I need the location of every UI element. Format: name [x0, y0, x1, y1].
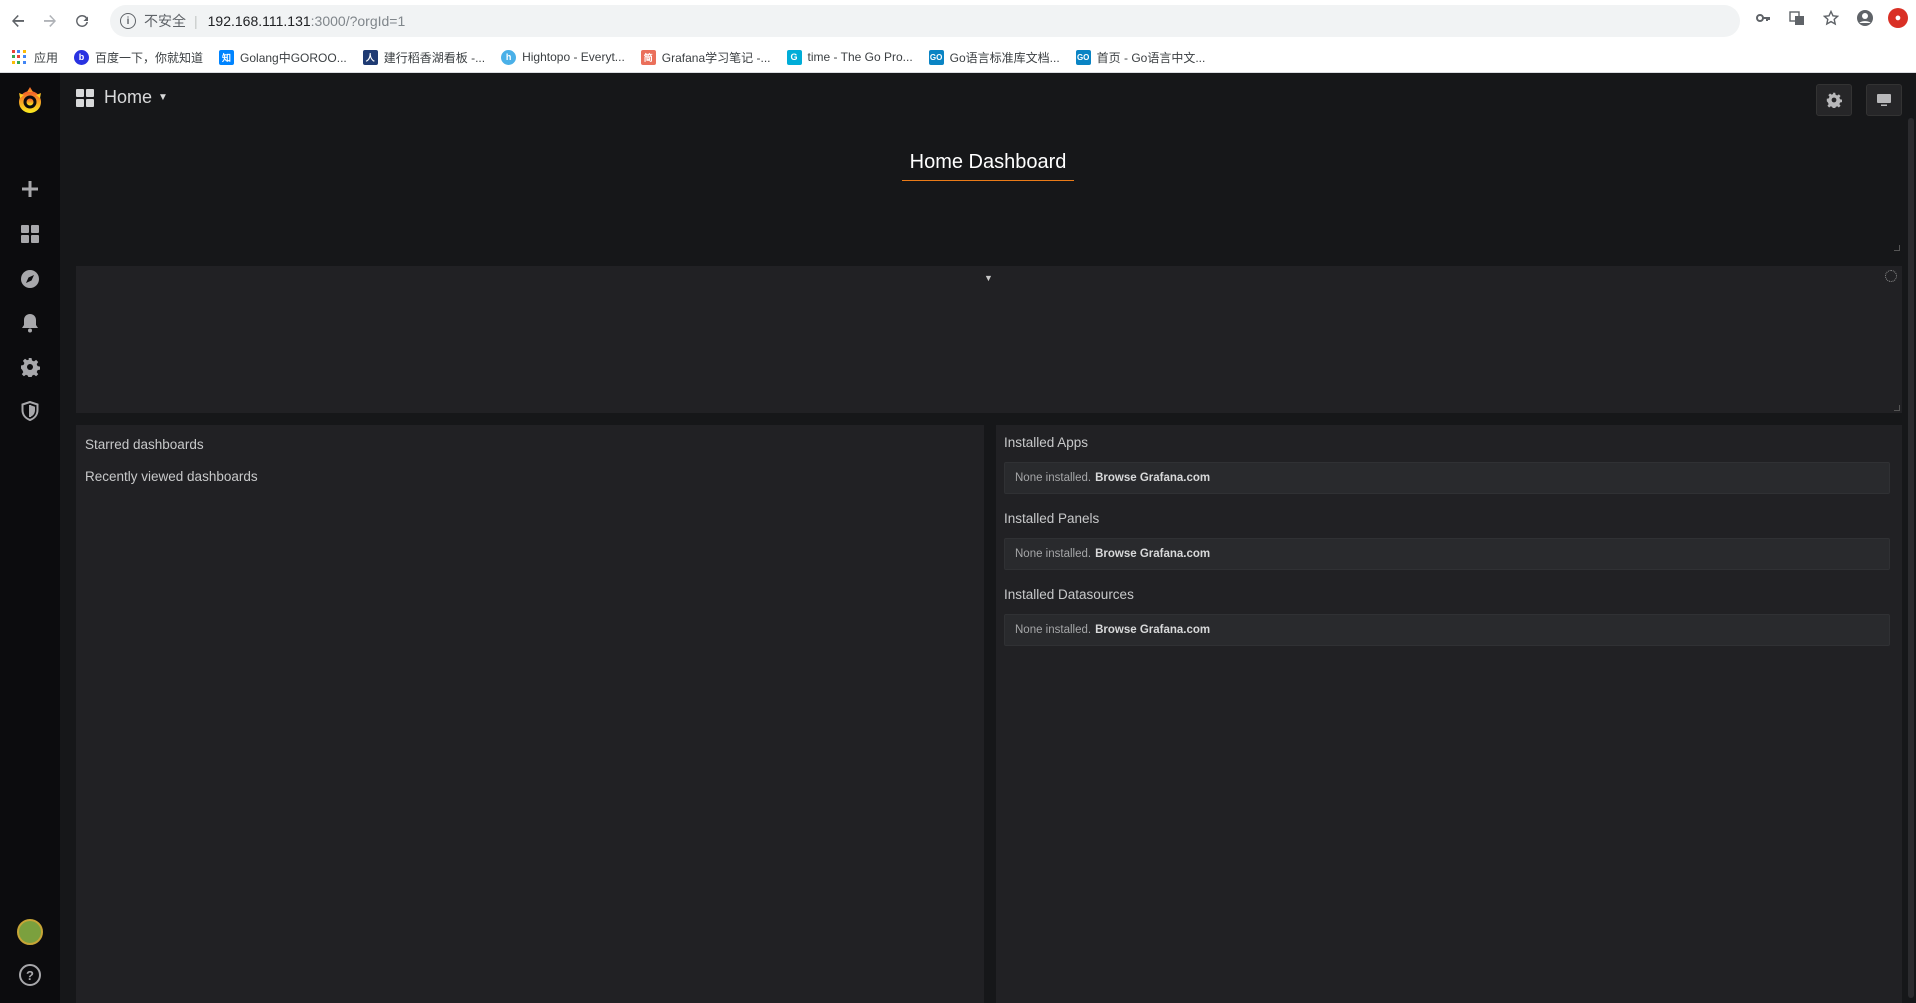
- installed-panels-box: None installed. Browse Grafana.com: [1004, 538, 1890, 570]
- jianshu-icon: 简: [640, 49, 656, 65]
- bookmark-baidu[interactable]: b 百度一下，你就知道: [74, 49, 203, 66]
- bookmark-go-time[interactable]: G time - The Go Pro...: [786, 49, 913, 65]
- page-scrollbar[interactable]: [1908, 118, 1914, 998]
- bookmark-label: 百度一下，你就知道: [95, 50, 204, 65]
- dashboard-navbar: Home ▼: [60, 73, 1916, 127]
- none-installed-text: None installed.: [1015, 624, 1092, 636]
- bookmark-hightopo[interactable]: h Hightopo - Everyt...: [501, 49, 625, 65]
- bookmark-go-cn[interactable]: GO 首页 - Go语言中文...: [1075, 49, 1206, 66]
- configuration-gear-icon[interactable]: [18, 355, 42, 379]
- grafana-app: ? Home ▼ Home Dashboard ▼ Starred dashbo…: [0, 73, 1916, 1003]
- bookmark-label: time - The Go Pro...: [807, 50, 913, 64]
- zhihu-icon: 知: [219, 49, 235, 65]
- page-title: Home Dashboard: [901, 151, 1075, 181]
- bookmark-label: 首页 - Go语言中文...: [1096, 50, 1206, 65]
- recently-viewed-heading: Recently viewed dashboards: [85, 469, 258, 484]
- address-separator: |: [194, 13, 198, 29]
- key-icon[interactable]: [1752, 7, 1774, 29]
- reload-icon: [76, 14, 88, 27]
- panel-menu-caret-icon[interactable]: ▼: [984, 273, 993, 283]
- browse-grafana-link[interactable]: Browse Grafana.com: [1095, 548, 1210, 560]
- info-icon[interactable]: i: [120, 13, 136, 29]
- user-avatar[interactable]: [17, 919, 43, 945]
- bookmark-jianshu[interactable]: 简 Grafana学习笔记 -...: [640, 49, 771, 66]
- url-path: :3000/?orgId=1: [310, 13, 406, 29]
- installed-datasources-heading: Installed Datasources: [1004, 587, 1134, 602]
- alerting-bell-icon[interactable]: [18, 311, 42, 335]
- explore-compass-icon[interactable]: [18, 267, 42, 291]
- baidu-icon: b: [74, 49, 90, 65]
- title-panel: Home Dashboard: [60, 151, 1916, 181]
- hightopo-icon: h: [501, 49, 517, 65]
- caret-down-icon: ▼: [158, 92, 168, 103]
- dashboard-list-panel: [76, 425, 984, 1003]
- grafana-logo-icon[interactable]: [14, 85, 46, 117]
- installed-apps-box: None installed. Browse Grafana.com: [1004, 462, 1890, 494]
- address-bar[interactable]: i 不安全 | 192.168.111.131:3000/?orgId=1: [110, 5, 1740, 37]
- back-arrow-icon: [12, 15, 24, 27]
- profile-icon[interactable]: [1854, 7, 1876, 29]
- dashboards-icon[interactable]: [18, 222, 42, 246]
- reload-button[interactable]: [68, 7, 96, 35]
- url-host: 192.168.111.131: [207, 13, 311, 29]
- bookmark-apps[interactable]: 应用: [12, 49, 58, 66]
- browser-chrome: i 不安全 | 192.168.111.131:3000/?orgId=1 ●: [0, 0, 1916, 73]
- starred-dashboards-heading: Starred dashboards: [85, 437, 204, 452]
- tv-mode-button[interactable]: [1866, 84, 1902, 116]
- none-installed-text: None installed.: [1015, 548, 1092, 560]
- back-button[interactable]: [4, 7, 32, 35]
- bookmark-label: Go语言标准库文档...: [949, 50, 1060, 65]
- bookmark-label: 建行稻香湖看板 -...: [383, 50, 486, 65]
- monitor-icon: [1877, 94, 1891, 106]
- server-admin-shield-icon[interactable]: [18, 399, 42, 423]
- browser-actions: ●: [1752, 7, 1908, 29]
- bookmark-label: Grafana学习笔记 -...: [661, 50, 771, 65]
- star-icon[interactable]: [1820, 7, 1842, 29]
- create-plus-icon[interactable]: [18, 177, 42, 201]
- go-icon: GO: [1075, 49, 1091, 65]
- forward-button[interactable]: [36, 7, 64, 35]
- bookmark-label: Hightopo - Everyt...: [522, 50, 625, 64]
- bookmark-zhihu[interactable]: 知 Golang中GOROO...: [219, 49, 347, 66]
- dashboard-settings-button[interactable]: [1816, 84, 1852, 116]
- forward-arrow-icon: [44, 15, 56, 27]
- installed-datasources-box: None installed. Browse Grafana.com: [1004, 614, 1890, 646]
- bookmarks-bar: 应用 b 百度一下，你就知道 知 Golang中GOROO... 人 建行稻香湖…: [0, 42, 1916, 72]
- address-row: i 不安全 | 192.168.111.131:3000/?orgId=1 ●: [0, 0, 1916, 42]
- installed-apps-heading: Installed Apps: [1004, 435, 1089, 450]
- none-installed-text: None installed.: [1015, 472, 1092, 484]
- people-icon: 人: [362, 49, 378, 65]
- gopher-icon: G: [786, 49, 802, 65]
- bookmark-ccb[interactable]: 人 建行稻香湖看板 -...: [362, 49, 486, 66]
- resize-handle[interactable]: [1894, 405, 1900, 411]
- translate-icon[interactable]: [1786, 7, 1808, 29]
- bookmark-label: 应用: [34, 50, 59, 65]
- bookmark-label: Golang中GOROO...: [240, 50, 347, 65]
- browse-grafana-link[interactable]: Browse Grafana.com: [1095, 624, 1210, 636]
- side-menu: ?: [0, 73, 60, 1003]
- extension-icon[interactable]: ●: [1888, 8, 1908, 28]
- dashboard-picker[interactable]: Home ▼: [76, 87, 168, 108]
- gear-icon: [1826, 92, 1842, 108]
- dashboard-grid-icon: [76, 88, 94, 107]
- empty-panel: [76, 266, 1902, 413]
- bookmark-go-std[interactable]: GO Go语言标准库文档...: [928, 49, 1060, 66]
- go-icon: GO: [928, 49, 944, 65]
- loading-spinner-icon: [1885, 270, 1897, 282]
- apps-grid-icon: [12, 50, 26, 64]
- insecure-label: 不安全: [144, 13, 186, 29]
- installed-panels-heading: Installed Panels: [1004, 511, 1100, 526]
- resize-handle[interactable]: [1894, 245, 1900, 251]
- dashboard-name: Home: [104, 87, 153, 107]
- plugin-list-panel: [996, 425, 1902, 1003]
- browse-grafana-link[interactable]: Browse Grafana.com: [1095, 472, 1210, 484]
- help-icon[interactable]: ?: [19, 964, 41, 986]
